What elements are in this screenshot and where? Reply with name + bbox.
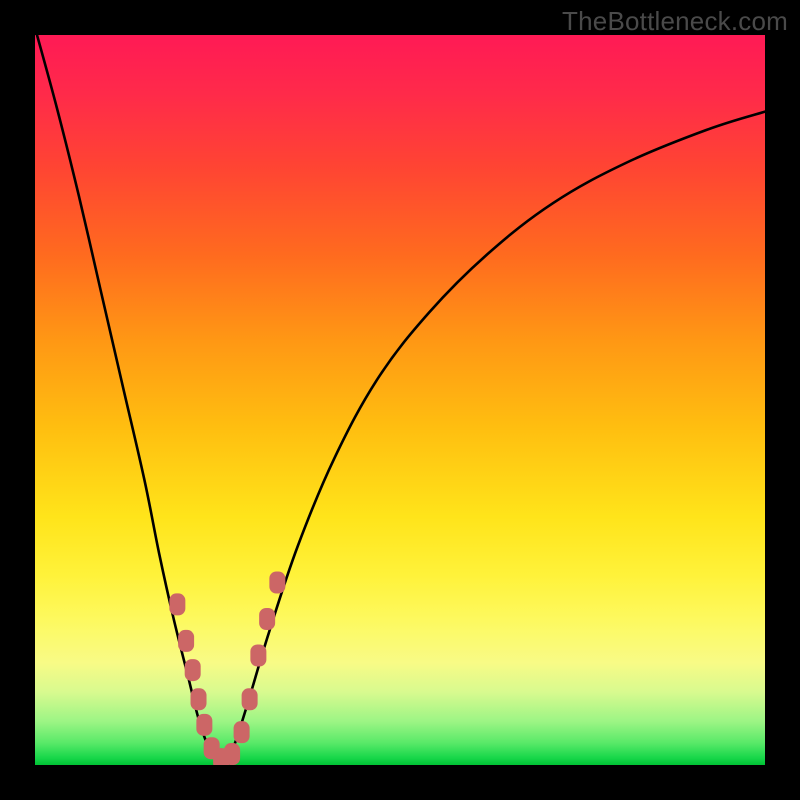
curve-marker bbox=[178, 630, 194, 652]
curve-marker bbox=[196, 714, 212, 736]
curve-marker bbox=[224, 743, 240, 765]
curve-marker bbox=[191, 688, 207, 710]
watermark-text: TheBottleneck.com bbox=[562, 6, 788, 37]
curve-svg bbox=[35, 35, 765, 765]
curve-marker bbox=[169, 593, 185, 615]
curve-markers bbox=[169, 572, 285, 766]
curve-marker bbox=[250, 645, 266, 667]
curve-marker bbox=[185, 659, 201, 681]
curve-marker bbox=[259, 608, 275, 630]
curve-marker bbox=[234, 721, 250, 743]
plot-area bbox=[35, 35, 765, 765]
curve-marker bbox=[242, 688, 258, 710]
curve-marker bbox=[269, 572, 285, 594]
bottleneck-curve-path bbox=[35, 35, 765, 763]
chart-frame: TheBottleneck.com bbox=[0, 0, 800, 800]
